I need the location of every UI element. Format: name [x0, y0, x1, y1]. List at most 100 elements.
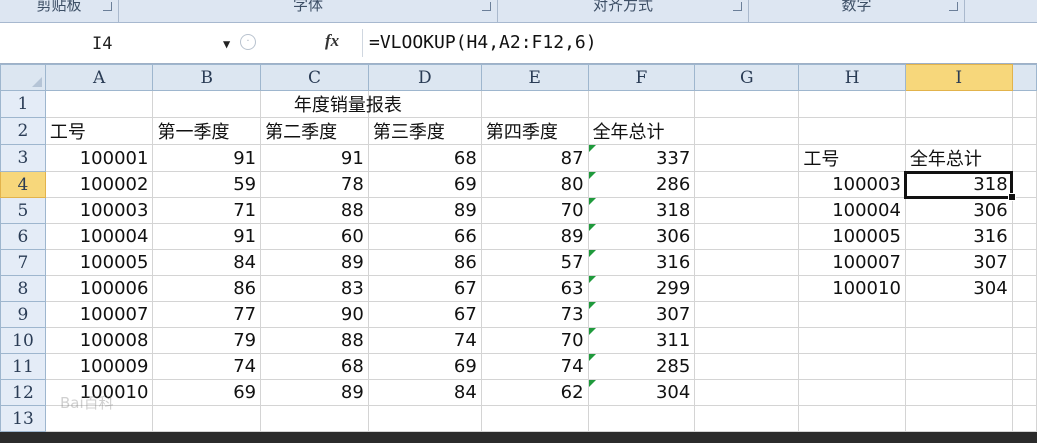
row-header[interactable]: 9 [0, 301, 46, 328]
column-header-i[interactable]: I [904, 64, 1013, 91]
cell-c11[interactable]: 68 [260, 353, 369, 380]
cell-b13[interactable] [152, 405, 262, 432]
cell-i1[interactable] [904, 90, 1013, 118]
cell-g1[interactable] [694, 90, 800, 118]
column-header-b[interactable]: B [152, 64, 262, 91]
cell-f9[interactable]: 307 [587, 301, 696, 328]
insert-function-icon[interactable]: fx [325, 31, 339, 51]
ribbon-group-number[interactable]: 数字 [749, 0, 965, 22]
cell-overflow[interactable] [1011, 249, 1037, 276]
cell-h6[interactable]: 100005 [798, 223, 906, 250]
cell-f13[interactable] [587, 405, 696, 432]
cell-overflow[interactable] [1011, 197, 1037, 224]
cell-b6[interactable]: 91 [152, 223, 262, 250]
cell-g13[interactable] [694, 405, 800, 432]
cell-f3[interactable]: 337 [587, 144, 696, 172]
cell-b4[interactable]: 59 [152, 171, 262, 198]
cell-a4[interactable]: 100002 [44, 171, 154, 198]
cell-a2[interactable]: 工号 [44, 117, 154, 145]
cell-e7[interactable]: 57 [480, 249, 589, 276]
cell-c9[interactable]: 90 [260, 301, 369, 328]
cell-a7[interactable]: 100005 [44, 249, 154, 276]
cell-i8[interactable]: 304 [904, 275, 1013, 302]
cell-b3[interactable]: 91 [152, 144, 262, 172]
cell-a10[interactable]: 100008 [44, 327, 154, 354]
dialog-launcher-icon[interactable] [949, 2, 958, 11]
formula-bar-handle-icon[interactable]: · [240, 34, 256, 50]
row-header[interactable]: 13 [0, 405, 46, 432]
cell-g6[interactable] [694, 223, 800, 250]
cell-e10[interactable]: 70 [480, 327, 589, 354]
cell-overflow[interactable] [1011, 353, 1037, 380]
row-header[interactable]: 1 [0, 90, 46, 118]
cell-e2[interactable]: 第四季度 [480, 117, 589, 145]
cell-a12[interactable]: 100010 [44, 379, 154, 406]
cell-d12[interactable]: 84 [367, 379, 482, 406]
cell-i2[interactable] [904, 117, 1013, 145]
cell-h2[interactable] [798, 117, 906, 145]
cell-e12[interactable]: 62 [480, 379, 589, 406]
row-header[interactable]: 2 [0, 117, 46, 145]
cell-d6[interactable]: 66 [367, 223, 482, 250]
cell-g8[interactable] [694, 275, 800, 302]
cell-overflow[interactable] [1011, 117, 1037, 145]
row-header[interactable]: 5 [0, 197, 46, 224]
cell-a9[interactable]: 100007 [44, 301, 154, 328]
row-header[interactable]: 8 [0, 275, 46, 302]
cell-h10[interactable] [798, 327, 906, 354]
cell-e3[interactable]: 87 [480, 144, 589, 172]
row-header[interactable]: 11 [0, 353, 46, 380]
cell-b1[interactable] [152, 90, 262, 118]
cell-overflow[interactable] [1011, 327, 1037, 354]
cell-c3[interactable]: 91 [260, 144, 369, 172]
cell-h3[interactable]: 工号 [798, 144, 906, 172]
cell-i6[interactable]: 316 [904, 223, 1013, 250]
row-header[interactable]: 12 [0, 379, 46, 406]
cell-f5[interactable]: 318 [587, 197, 696, 224]
cell-overflow[interactable] [1011, 301, 1037, 328]
cell-c13[interactable] [260, 405, 369, 432]
cell-d5[interactable]: 89 [367, 197, 482, 224]
cell-h12[interactable] [798, 379, 906, 406]
cell-g5[interactable] [694, 197, 800, 224]
cell-i9[interactable] [904, 301, 1013, 328]
cell-f12[interactable]: 304 [587, 379, 696, 406]
ribbon-group-alignment[interactable]: 对齐方式 [498, 0, 749, 22]
select-all-button[interactable] [0, 64, 46, 91]
cell-d8[interactable]: 67 [367, 275, 482, 302]
cell-i12[interactable] [904, 379, 1013, 406]
cell-e1[interactable] [480, 90, 589, 118]
cell-i4[interactable]: 318 [904, 170, 1016, 202]
name-box[interactable]: I4 ▼ [8, 31, 238, 57]
column-header-a[interactable]: A [44, 64, 154, 91]
cell-g10[interactable] [694, 327, 800, 354]
column-header-g[interactable]: G [694, 64, 800, 91]
cell-c10[interactable]: 88 [260, 327, 369, 354]
cell-i7[interactable]: 307 [904, 249, 1013, 276]
cell-f11[interactable]: 285 [587, 353, 696, 380]
cell-e9[interactable]: 73 [480, 301, 589, 328]
cell-b8[interactable]: 86 [152, 275, 262, 302]
cell-h9[interactable] [798, 301, 906, 328]
cell-e5[interactable]: 70 [480, 197, 589, 224]
cell-g3[interactable] [694, 144, 800, 172]
cell-b10[interactable]: 79 [152, 327, 262, 354]
cell-b5[interactable]: 71 [152, 197, 262, 224]
cell-d4[interactable]: 69 [367, 171, 482, 198]
cell-e11[interactable]: 74 [480, 353, 589, 380]
dialog-launcher-icon[interactable] [733, 2, 742, 11]
cell-i10[interactable] [904, 327, 1013, 354]
cell-g11[interactable] [694, 353, 800, 380]
dialog-launcher-icon[interactable] [103, 2, 112, 11]
row-header[interactable]: 3 [0, 144, 46, 172]
cell-c12[interactable]: 89 [260, 379, 369, 406]
cell-f4[interactable]: 286 [587, 171, 696, 198]
cell-b7[interactable]: 84 [152, 249, 262, 276]
cell-e6[interactable]: 89 [480, 223, 589, 250]
cell-c4[interactable]: 78 [260, 171, 369, 198]
cell-f1[interactable] [587, 90, 696, 118]
cell-h8[interactable]: 100010 [798, 275, 906, 302]
cell-overflow[interactable] [1011, 144, 1037, 172]
cell-b2[interactable]: 第一季度 [152, 117, 262, 145]
cell-f2[interactable]: 全年总计 [587, 117, 696, 145]
